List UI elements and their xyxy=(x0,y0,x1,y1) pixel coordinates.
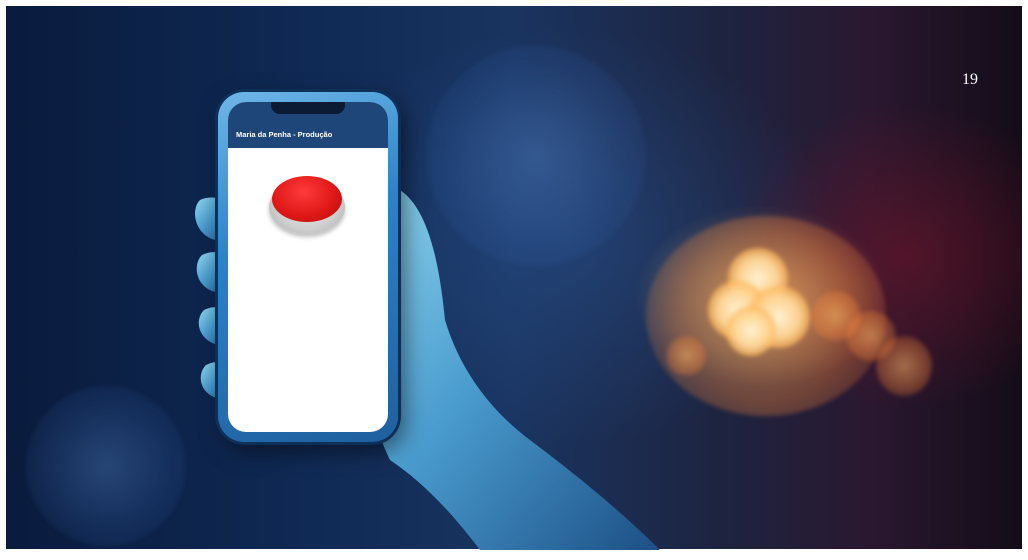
bokeh-light-7 xyxy=(876,336,932,396)
bokeh-light-4 xyxy=(726,306,776,356)
page-number: 19 xyxy=(962,71,978,88)
red-panic-button[interactable] xyxy=(272,176,342,222)
app-title: Maria da Penha - Produção xyxy=(236,130,333,139)
smartphone: Maria da Penha - Produção xyxy=(218,92,398,442)
bokeh-blue-left xyxy=(26,386,186,546)
phone-screen: Maria da Penha - Produção xyxy=(228,102,388,432)
phone-notch xyxy=(271,102,345,114)
palm-and-wrist xyxy=(365,189,660,550)
